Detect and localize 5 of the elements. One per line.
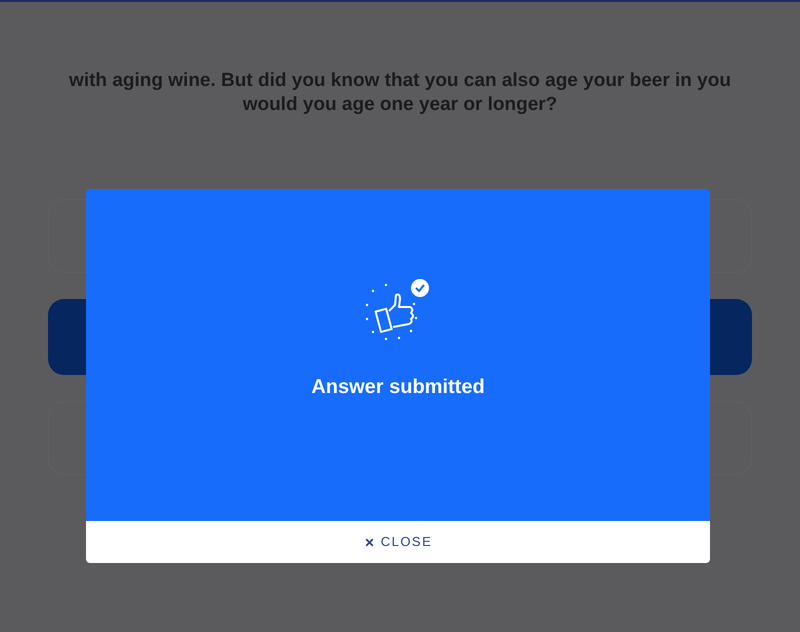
- question-text: with aging wine. But did you know that you can also age your beer in you: [69, 69, 731, 93]
- close-button[interactable]: CLOSE: [364, 532, 432, 552]
- close-icon: [364, 536, 375, 548]
- success-message: Answer submitted: [311, 375, 485, 400]
- question-text: would you age one year or longer?: [242, 93, 558, 117]
